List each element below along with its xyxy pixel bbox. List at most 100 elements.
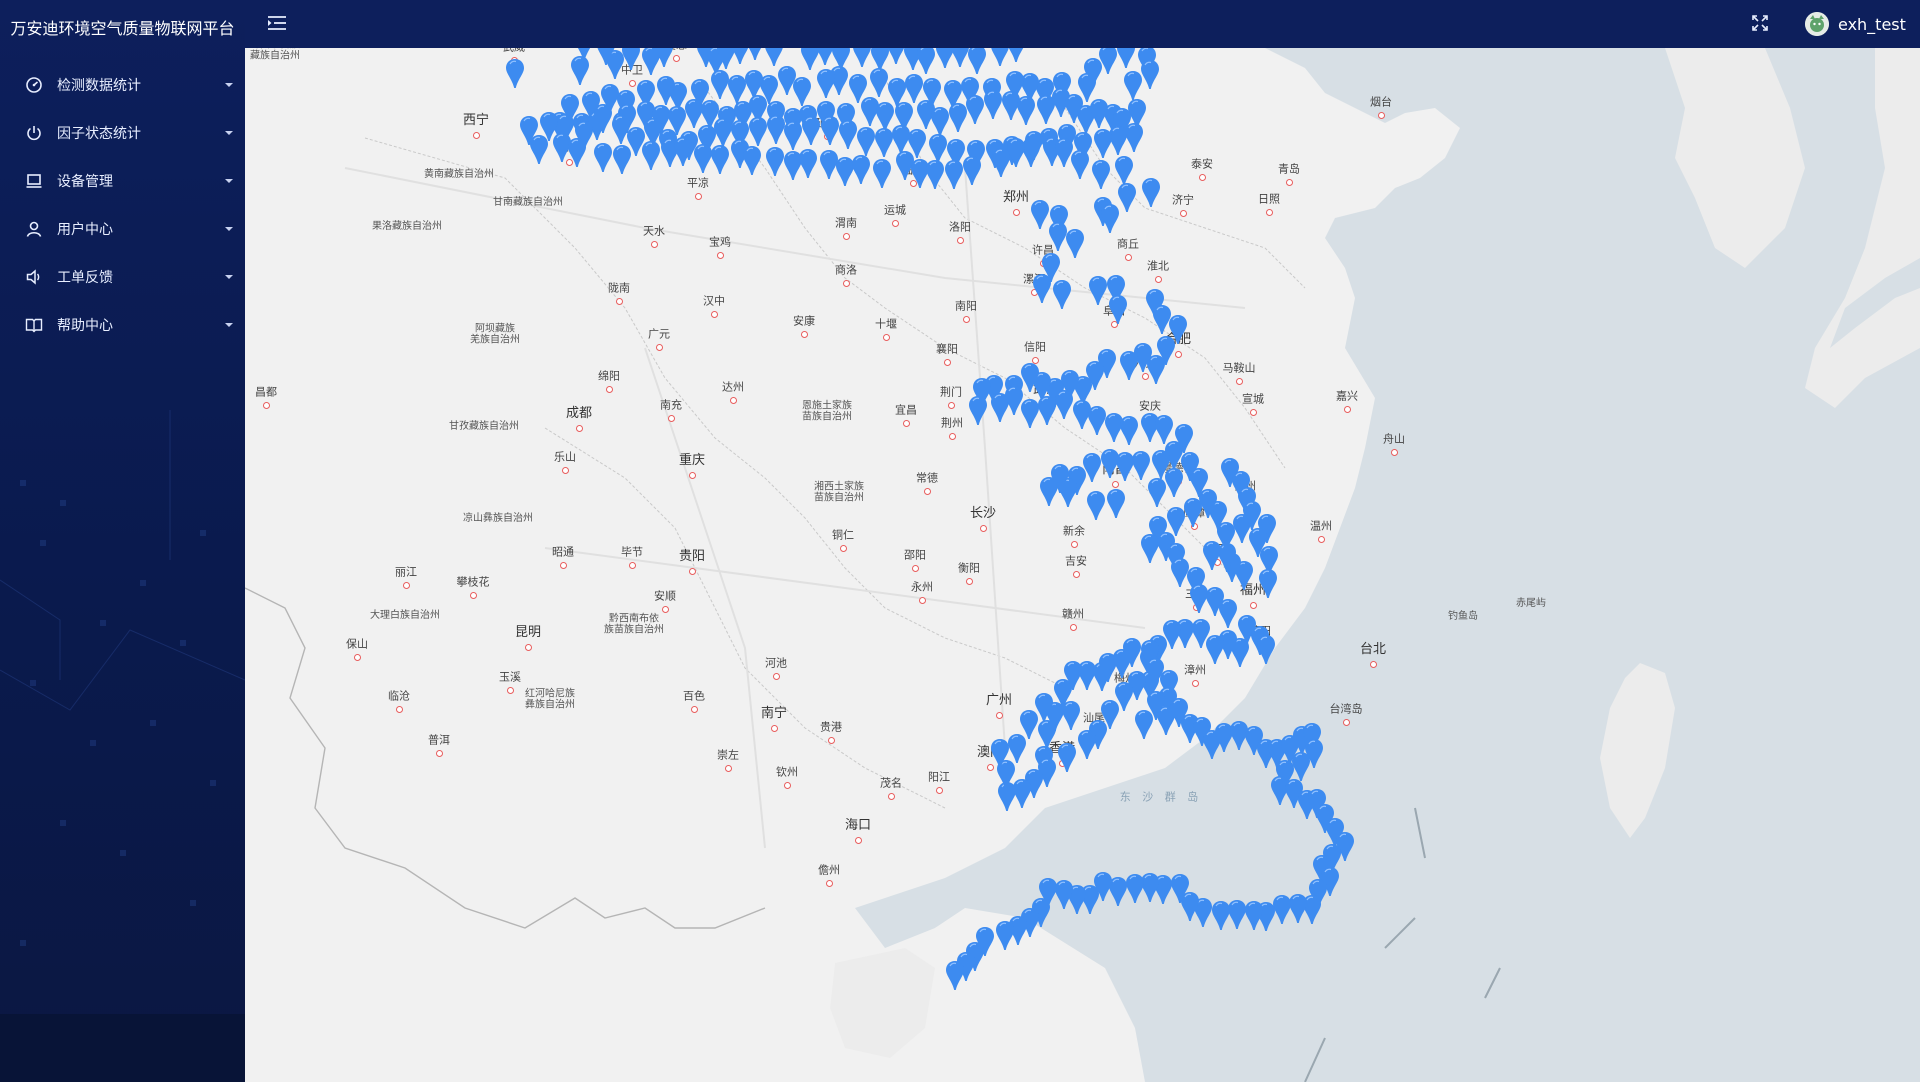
location-marker-icon[interactable] <box>742 145 762 176</box>
location-marker-icon[interactable] <box>1034 692 1054 723</box>
location-marker-icon[interactable] <box>1125 873 1145 904</box>
location-marker-icon[interactable] <box>1119 415 1139 446</box>
location-marker-icon[interactable] <box>869 67 889 98</box>
location-marker-icon[interactable] <box>1256 634 1276 665</box>
user-menu[interactable]: exh_test <box>1805 10 1906 38</box>
location-marker-icon[interactable] <box>1170 873 1190 904</box>
location-marker-icon[interactable] <box>965 94 985 125</box>
location-marker-icon[interactable] <box>710 69 730 100</box>
location-marker-icon[interactable] <box>1032 273 1052 304</box>
city-dot <box>1286 179 1293 186</box>
location-marker-icon[interactable] <box>1065 228 1085 259</box>
map-label: 泰安 <box>1191 157 1213 171</box>
location-marker-icon[interactable] <box>710 144 730 175</box>
location-marker-icon[interactable] <box>777 65 797 96</box>
location-marker-icon[interactable] <box>916 48 936 75</box>
location-marker-icon[interactable] <box>1070 149 1090 180</box>
map-view[interactable]: 武威吴忠中卫海西蒙古族 藏族自治州西宁兰州延安黄南藏族自治州平凉甘南藏族自治州果… <box>245 48 1920 1082</box>
location-marker-icon[interactable] <box>820 115 840 146</box>
sidebar-item-monitoring-stats[interactable]: 检测数据统计 <box>0 61 245 109</box>
location-marker-icon[interactable] <box>874 127 894 158</box>
location-marker-icon[interactable] <box>968 395 988 426</box>
location-marker-icon[interactable] <box>593 103 613 134</box>
location-marker-icon[interactable] <box>1218 598 1238 629</box>
location-marker-icon[interactable] <box>748 116 768 147</box>
sidebar-item-factor-stats[interactable]: 因子状态统计 <box>0 109 245 157</box>
location-marker-icon[interactable] <box>673 136 693 167</box>
location-marker-icon[interactable] <box>611 114 631 145</box>
location-marker-icon[interactable] <box>567 137 587 168</box>
location-marker-icon[interactable] <box>838 119 858 150</box>
location-marker-icon[interactable] <box>1134 709 1154 740</box>
location-marker-icon[interactable] <box>1093 128 1113 159</box>
location-marker-icon[interactable] <box>801 115 821 146</box>
location-marker-icon[interactable] <box>1211 900 1231 931</box>
location-marker-icon[interactable] <box>1140 59 1160 90</box>
location-marker-icon[interactable] <box>570 55 590 86</box>
location-marker-icon[interactable] <box>765 146 785 177</box>
location-marker-icon[interactable] <box>1106 488 1126 519</box>
location-marker-icon[interactable] <box>1119 350 1139 381</box>
location-marker-icon[interactable] <box>656 75 676 106</box>
location-marker-icon[interactable] <box>641 140 661 171</box>
location-marker-icon[interactable] <box>1117 182 1137 213</box>
location-marker-icon[interactable] <box>1123 70 1143 101</box>
location-marker-icon[interactable] <box>596 48 616 66</box>
location-marker-icon[interactable] <box>745 48 765 61</box>
location-marker-icon[interactable] <box>1232 513 1252 544</box>
sidebar-item-device-management[interactable]: 设备管理 <box>0 157 245 205</box>
sidebar-item-label: 设备管理 <box>57 174 113 190</box>
location-marker-icon[interactable] <box>851 154 871 185</box>
location-marker-icon[interactable] <box>612 144 632 175</box>
location-marker-icon[interactable] <box>856 126 876 157</box>
menu-toggle-icon[interactable] <box>267 14 287 32</box>
location-marker-icon[interactable] <box>967 48 987 75</box>
location-marker-icon[interactable] <box>1006 48 1026 63</box>
sidebar-item-user-center[interactable]: 用户中心 <box>0 205 245 253</box>
location-marker-icon[interactable] <box>872 158 892 189</box>
location-marker-icon[interactable] <box>1052 279 1072 310</box>
location-marker-icon[interactable] <box>654 48 674 68</box>
location-marker-icon[interactable] <box>1100 203 1120 234</box>
location-marker-icon[interactable] <box>1183 497 1203 528</box>
location-marker-icon[interactable] <box>1024 130 1044 161</box>
location-marker-icon[interactable] <box>1016 95 1036 126</box>
location-marker-icon[interactable] <box>1088 275 1108 306</box>
location-marker-icon[interactable] <box>529 134 549 165</box>
location-marker-icon[interactable] <box>816 68 836 99</box>
map-label: 达州 <box>722 380 744 394</box>
location-marker-icon[interactable] <box>1100 448 1120 479</box>
location-marker-icon[interactable] <box>1030 199 1050 230</box>
location-marker-icon[interactable] <box>766 114 786 145</box>
location-marker-icon[interactable] <box>1050 463 1070 494</box>
location-marker-icon[interactable] <box>1098 48 1118 75</box>
location-marker-icon[interactable] <box>798 148 818 179</box>
location-marker-icon[interactable] <box>1108 294 1128 325</box>
location-marker-icon[interactable] <box>1091 159 1111 190</box>
location-marker-icon[interactable] <box>1054 389 1074 420</box>
location-marker-icon[interactable] <box>1006 137 1026 168</box>
location-marker-icon[interactable] <box>925 159 945 190</box>
location-marker-icon[interactable] <box>1258 568 1278 599</box>
location-marker-icon[interactable] <box>1141 177 1161 208</box>
location-marker-icon[interactable] <box>995 920 1015 951</box>
location-marker-icon[interactable] <box>1057 742 1077 773</box>
location-marker-icon[interactable] <box>983 89 1003 120</box>
location-marker-icon[interactable] <box>1244 900 1264 931</box>
location-marker-icon[interactable] <box>1116 48 1136 69</box>
location-marker-icon[interactable] <box>945 960 965 991</box>
location-marker-icon[interactable] <box>944 159 964 190</box>
sidebar-item-ticket-feedback[interactable]: 工单反馈 <box>0 253 245 301</box>
location-marker-icon[interactable] <box>852 48 872 68</box>
location-marker-icon[interactable] <box>621 48 641 71</box>
location-marker-icon[interactable] <box>505 58 525 89</box>
location-marker-icon[interactable] <box>962 155 982 186</box>
location-marker-icon[interactable] <box>1122 637 1142 668</box>
location-marker-icon[interactable] <box>593 142 613 173</box>
sidebar-item-help-center[interactable]: 帮助中心 <box>0 301 245 349</box>
map-label: 成都 <box>565 405 593 421</box>
fullscreen-icon[interactable] <box>1751 14 1769 32</box>
location-marker-icon[interactable] <box>1077 729 1097 760</box>
location-marker-icon[interactable] <box>1086 490 1106 521</box>
location-marker-icon[interactable] <box>783 120 803 151</box>
